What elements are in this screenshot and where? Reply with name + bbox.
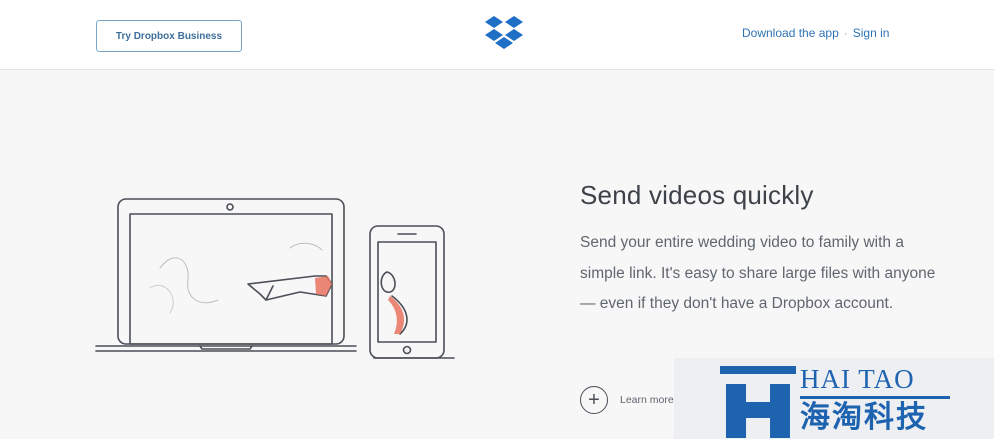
phone-illustration — [369, 225, 445, 359]
plus-circle-icon: + — [580, 386, 608, 414]
laptop-illustration — [95, 198, 357, 352]
watermark-underline — [800, 396, 950, 399]
haitao-logo-icon — [720, 366, 796, 438]
dropbox-logo-icon[interactable] — [484, 14, 524, 50]
try-dropbox-business-button[interactable]: Try Dropbox Business — [96, 20, 242, 52]
header-nav: Download the app · Sign in — [742, 26, 889, 40]
feature-description: Send your entire wedding video to family… — [580, 234, 936, 312]
nav-separator: · — [843, 26, 848, 40]
watermark-english-text: HAI TAO — [800, 364, 915, 394]
top-header: Try Dropbox Business Download the app · … — [0, 0, 994, 70]
download-app-link[interactable]: Download the app — [742, 26, 839, 40]
feature-title: Send videos quickly — [580, 180, 814, 210]
haitao-watermark: HAI TAO 海淘科技 — [674, 358, 994, 439]
learn-more-label: Learn more — [620, 394, 674, 406]
sign-in-link[interactable]: Sign in — [853, 26, 890, 40]
learn-more-button[interactable]: + Learn more — [580, 386, 674, 414]
watermark-chinese-text: 海淘科技 — [800, 401, 928, 434]
devices-illustration — [95, 198, 455, 359]
